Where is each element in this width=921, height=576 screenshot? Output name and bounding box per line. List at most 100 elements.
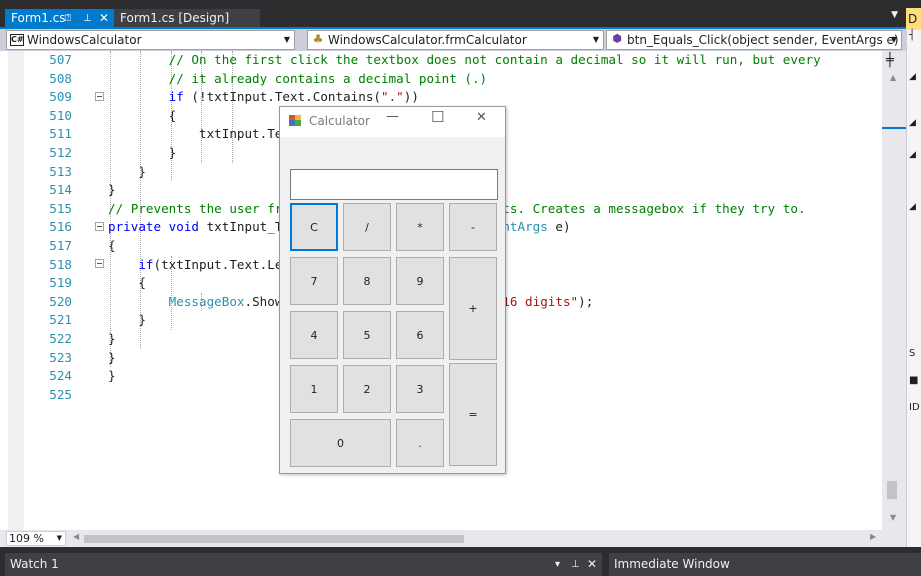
line-number: 519 [49, 275, 72, 291]
collapse-toggle-icon[interactable] [95, 222, 104, 231]
right-panel-pin-icon[interactable]: ┤ [909, 30, 915, 41]
line-number: 512 [49, 144, 72, 160]
code-token: } [108, 312, 146, 328]
read-only-lock-icon: ⍰ [65, 13, 71, 24]
code-token: } [108, 349, 116, 365]
code-token: MessageBox [168, 293, 245, 309]
line-number: 513 [49, 163, 72, 179]
line-number: 517 [49, 237, 72, 253]
immediate-window-header[interactable]: Immediate Window [609, 553, 921, 576]
member-dropdown[interactable]: ⬢ btn_Equals_Click(object sender, EventA… [606, 30, 902, 50]
horizontal-scroll-thumb[interactable] [84, 535, 464, 543]
calculator-window: Calculator — ☐ ✕ C / * - 7 8 9 + 4 5 6 1… [279, 106, 506, 474]
line-number: 515 [49, 200, 72, 216]
watch-panel-title: Watch 1 [10, 557, 59, 571]
scroll-down-icon[interactable]: ▼ [890, 513, 896, 522]
close-tab-icon[interactable]: ✕ [99, 9, 109, 28]
code-token: } [108, 368, 116, 384]
code-token: } [108, 330, 116, 346]
line-number: 516 [49, 219, 72, 235]
tab-form1-design-label: Form1.cs [Design] [120, 11, 230, 25]
minimize-icon[interactable]: — [386, 109, 399, 124]
vertical-scroll-thumb[interactable] [887, 481, 897, 499]
close-icon[interactable]: ✕ [476, 110, 487, 125]
panel-options-icon[interactable]: ▾ [555, 553, 560, 576]
windows-form-icon [289, 115, 302, 127]
expand-triangle-icon[interactable]: ◢ [909, 118, 916, 128]
zoom-level: 109 % [9, 532, 44, 545]
csharp-project-icon: C# [10, 34, 24, 46]
method-icon: ⬢ [612, 32, 622, 45]
properties-icon[interactable]: ■ [909, 375, 918, 386]
tab-form1-cs[interactable]: Form1.cs ⍰ ⊥ ✕ [5, 9, 115, 29]
class-dropdown[interactable]: ♣ WindowsCalculator.frmCalculator ▼ [307, 30, 604, 50]
zoom-dropdown[interactable]: 109 % ▼ [6, 531, 66, 546]
chevron-down-icon: ▼ [283, 35, 290, 44]
code-line[interactable]: if (!txtInput.Text.Contains(".")) [108, 88, 821, 107]
clear-button[interactable]: C [290, 203, 338, 251]
calculator-title-bar[interactable]: Calculator — ☐ ✕ [280, 107, 505, 137]
code-token: "." [380, 89, 404, 105]
tab-overflow-dropdown-icon[interactable]: ▼ [891, 10, 898, 20]
right-panel-tab[interactable]: D [906, 8, 921, 30]
line-number: 520 [49, 293, 72, 309]
zero-button[interactable]: 0 [290, 419, 391, 467]
five-button[interactable]: 5 [343, 311, 391, 359]
divide-button[interactable]: / [343, 203, 391, 251]
maximize-icon[interactable]: ☐ [431, 108, 444, 126]
scroll-left-icon[interactable]: ◀ [73, 532, 79, 541]
code-line[interactable]: // On the first click the textbox does n… [108, 51, 821, 70]
plus-button[interactable]: + [449, 257, 497, 360]
multiply-button[interactable]: * [396, 203, 444, 251]
nine-button[interactable]: 9 [396, 257, 444, 305]
vertical-scrollbar[interactable]: ╪ ▲ ▼ [882, 51, 906, 530]
code-line[interactable]: // it already contains a decimal point (… [108, 70, 821, 89]
tab-form1-design[interactable]: Form1.cs [Design] [114, 9, 260, 29]
seven-button[interactable]: 7 [290, 257, 338, 305]
code-token: } [108, 163, 146, 179]
collapse-toggle-icon[interactable] [95, 259, 104, 268]
chevron-down-icon: ▼ [890, 35, 897, 44]
one-button[interactable]: 1 [290, 365, 338, 413]
close-panel-icon[interactable]: ✕ [587, 553, 597, 576]
minus-button[interactable]: - [449, 203, 497, 251]
equals-button[interactable]: = [449, 363, 497, 466]
line-number: 524 [49, 368, 72, 384]
right-panel-id-label: ID [909, 402, 920, 413]
calculator-display-input[interactable] [290, 169, 498, 200]
project-dropdown-value: WindowsCalculator [27, 33, 142, 47]
project-dropdown[interactable]: C# WindowsCalculator ▼ [6, 30, 295, 50]
line-number: 521 [49, 312, 72, 328]
bottom-panels: Watch 1 ▾ ⊥ ✕ Immediate Window [0, 547, 921, 576]
calculator-title: Calculator [309, 114, 370, 128]
chevron-down-icon: ▼ [592, 35, 599, 44]
expand-triangle-icon[interactable]: ◢ [909, 150, 916, 160]
expand-triangle-icon[interactable]: ◢ [909, 202, 916, 212]
scroll-right-icon[interactable]: ▶ [870, 532, 876, 541]
scroll-up-icon[interactable]: ▲ [890, 73, 896, 82]
eight-button[interactable]: 8 [343, 257, 391, 305]
three-button[interactable]: 3 [396, 365, 444, 413]
line-number: 511 [49, 126, 72, 142]
code-token: // it already contains a decimal point (… [108, 70, 488, 86]
collapse-toggle-icon[interactable] [95, 92, 104, 101]
code-token: { [108, 275, 146, 291]
watch-panel-header[interactable]: Watch 1 ▾ ⊥ ✕ [5, 553, 602, 576]
horizontal-scrollbar: 109 % ▼ ◀ ▶ [0, 530, 906, 547]
indicator-margin[interactable] [8, 51, 24, 530]
expand-triangle-icon[interactable]: ◢ [909, 72, 916, 82]
line-number: 523 [49, 349, 72, 365]
four-button[interactable]: 4 [290, 311, 338, 359]
pin-icon[interactable]: ⊥ [83, 9, 92, 28]
two-button[interactable]: 2 [343, 365, 391, 413]
line-number: 509 [49, 89, 72, 105]
six-button[interactable]: 6 [396, 311, 444, 359]
decimal-button[interactable]: . [396, 419, 444, 467]
right-tool-panel: ┤ ◢ ◢ ◢ ◢ S ■ ID [906, 30, 921, 547]
split-editor-icon[interactable]: ╪ [886, 53, 894, 68]
pin-icon[interactable]: ⊥ [571, 553, 580, 576]
class-dropdown-value: WindowsCalculator.frmCalculator [328, 33, 527, 47]
line-number: 525 [49, 386, 72, 402]
